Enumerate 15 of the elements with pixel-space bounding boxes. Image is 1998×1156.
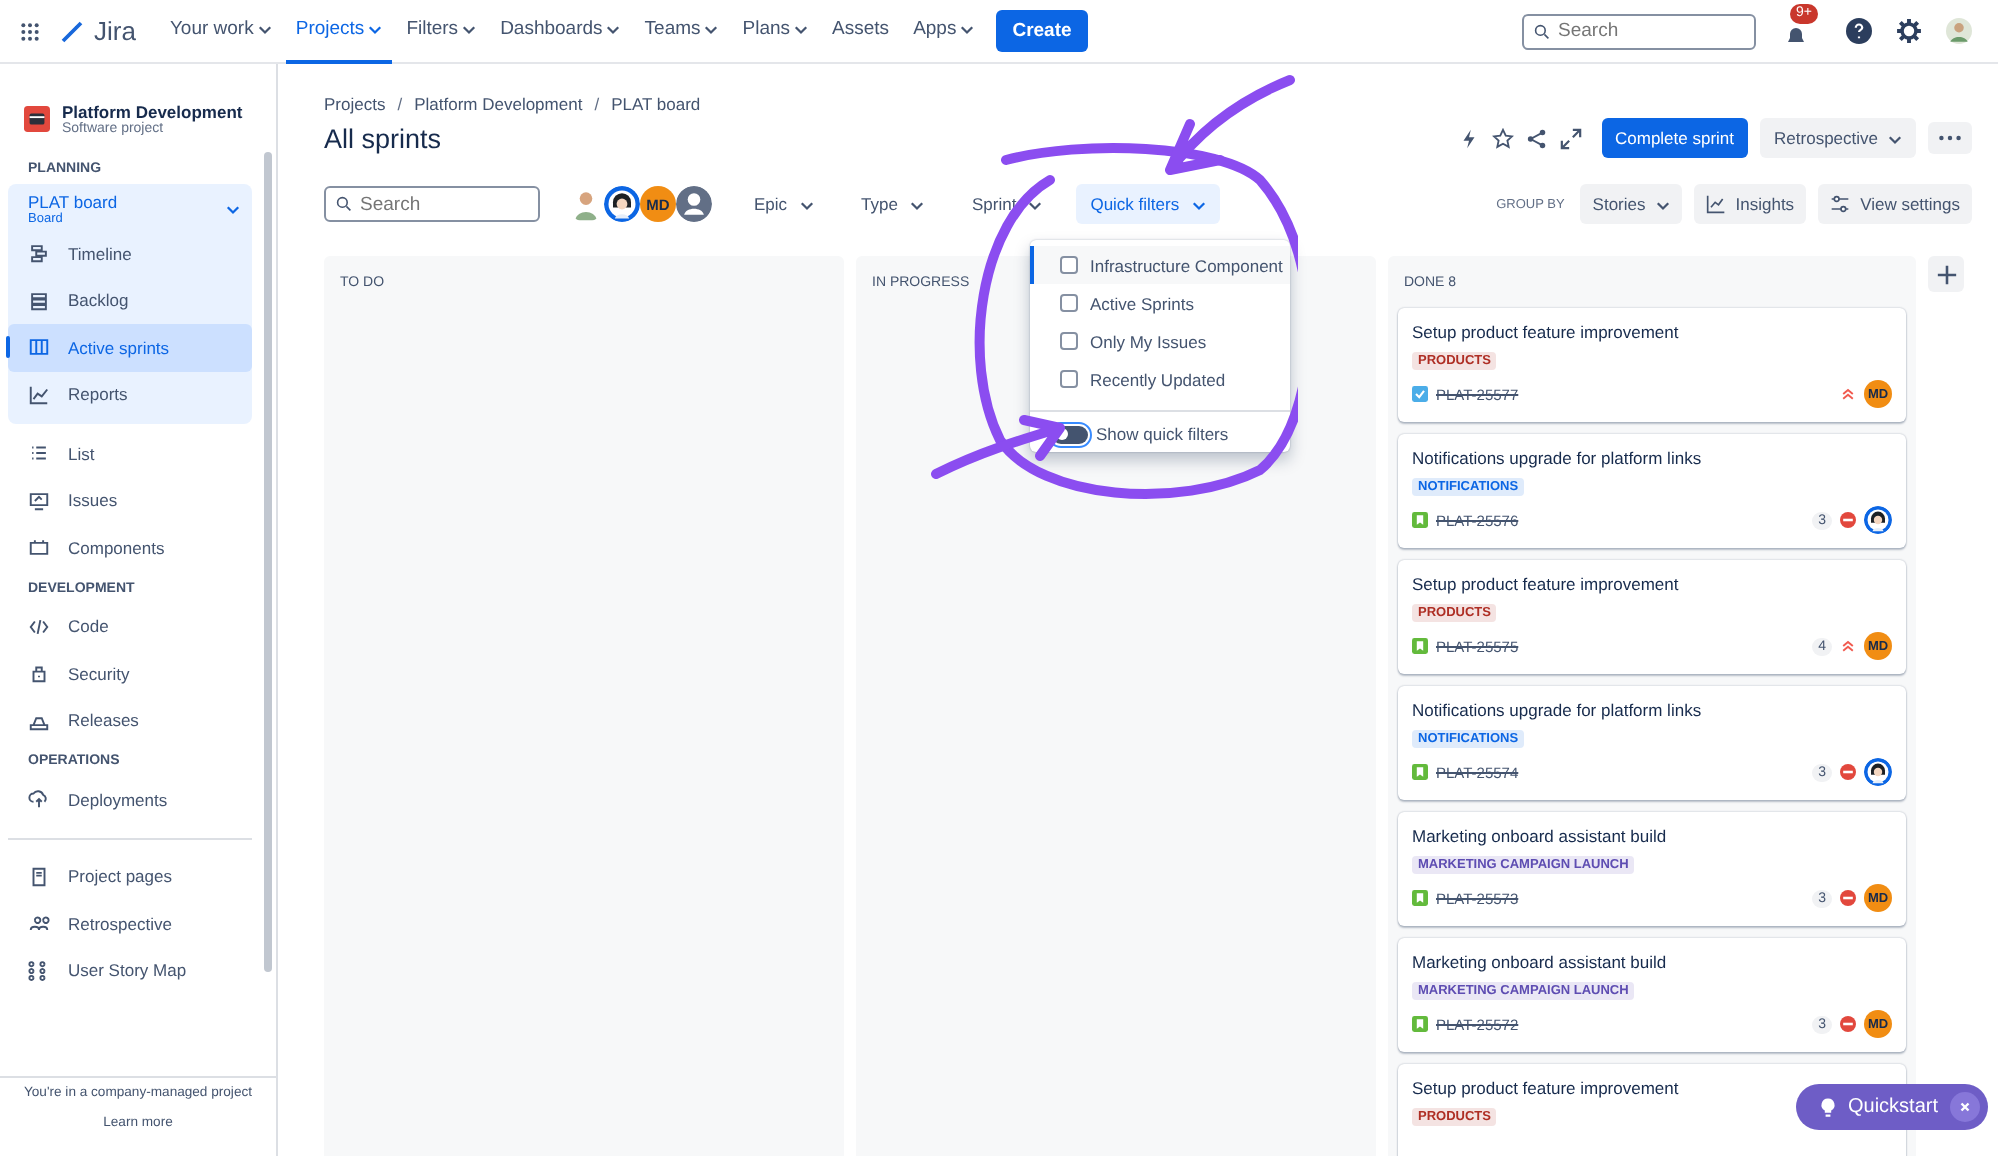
option-label: Active Sprints [1090,293,1194,313]
card-title: Setup product feature improvement [1412,574,1681,594]
card-title: Setup product feature improvement [1412,1078,1681,1098]
breadcrumb-separator: / [594,94,600,114]
option-label: Recently Updated [1090,369,1226,389]
card-title: Marketing onboard assistant build [1412,826,1669,846]
card-title: Notifications upgrade for platform links [1412,448,1704,468]
option-label: Only My Issues [1090,331,1207,351]
card-title: Notifications upgrade for platform links [1412,700,1704,720]
card-title: Marketing onboard assistant build [1412,952,1669,972]
card-title: Setup product feature improvement [1412,322,1681,342]
toggle-label: Show quick filters [1096,424,1229,444]
option-label: Infrastructure Component [1090,255,1283,275]
page-title: All sprints [324,123,442,153]
breadcrumb-separator: / [397,94,403,114]
